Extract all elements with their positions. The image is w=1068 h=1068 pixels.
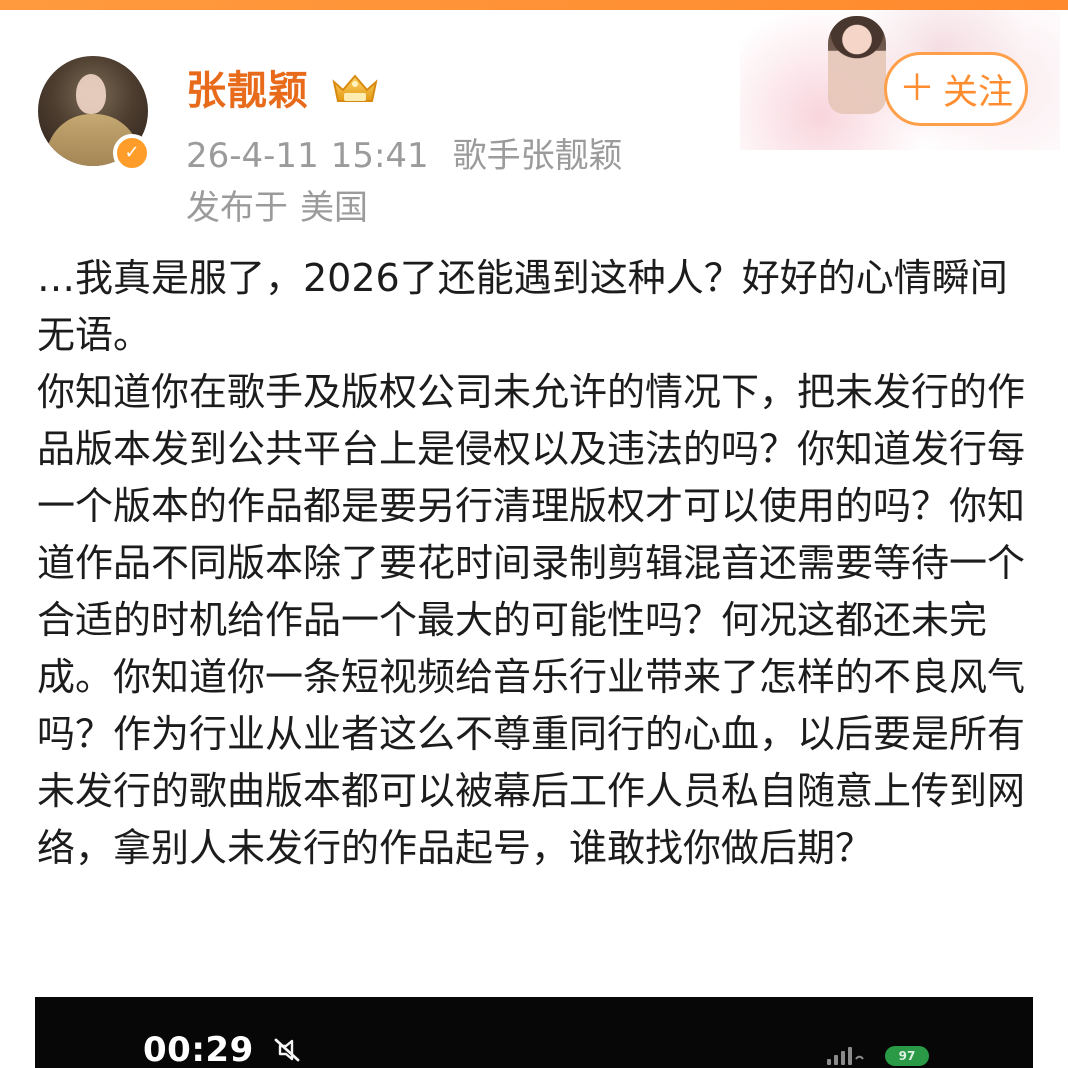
post-source: 歌手张靓颖	[452, 136, 623, 176]
decorative-portrait	[828, 16, 886, 114]
media-preview[interactable]: 00:29 97	[35, 997, 1033, 1068]
post-location: 美国	[300, 188, 368, 228]
signal-icon	[827, 1047, 864, 1065]
battery-indicator: 97	[885, 1046, 929, 1066]
post-meta-line-1: 26-4-11 15:41 歌手张靓颖	[186, 128, 623, 177]
avatar-face-shape	[76, 74, 106, 114]
post-card: ✓ 张靓颖 26-4-11 15:41 歌手张靓颖 发布于 美国 ＋ 关注 …我真是服…	[0, 10, 1068, 1068]
follow-button[interactable]: ＋ 关注	[884, 52, 1028, 126]
post-time: 15:41	[330, 136, 429, 176]
username[interactable]: 张靓颖	[186, 58, 309, 116]
posted-prefix: 发布于	[186, 188, 288, 228]
media-status-time: 00:29	[143, 1030, 254, 1068]
post-meta-line-2: 发布于 美国	[186, 180, 368, 229]
verified-badge-icon: ✓	[113, 134, 151, 172]
post-date: 26-4-11	[186, 136, 319, 176]
crown-badge-icon	[332, 74, 378, 102]
top-accent-strip	[0, 0, 1068, 10]
app-frame: ✓ 张靓颖 26-4-11 15:41 歌手张靓颖 发布于 美国 ＋ 关注 …我真是服…	[0, 0, 1068, 1068]
mute-icon	[274, 1038, 300, 1062]
post-body-text: …我真是服了，2026了还能遇到这种人？好好的心情瞬间无语。 你知道你在歌手及版…	[37, 256, 1026, 870]
plus-icon: ＋	[898, 68, 935, 109]
status-icons: 97	[825, 1045, 945, 1068]
follow-label: 关注	[943, 72, 1014, 113]
